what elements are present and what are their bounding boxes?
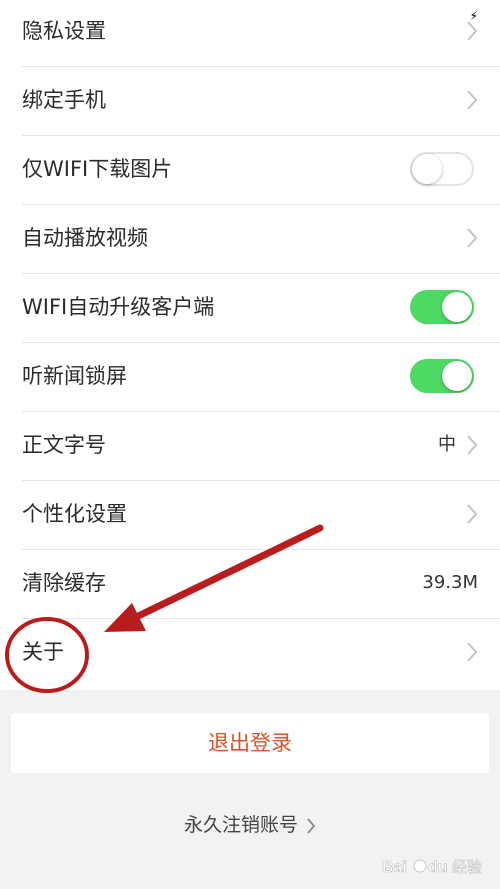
toggle-knob — [442, 292, 472, 322]
toggle-knob — [412, 154, 442, 184]
toggle-knob — [442, 361, 472, 391]
chevron-right-icon — [466, 503, 478, 525]
logout-button[interactable]: 退出登录 — [11, 713, 489, 773]
chevron-right-icon — [306, 817, 316, 835]
font-size-value: 中 — [438, 434, 456, 455]
chevron-right-icon — [466, 434, 478, 456]
svg-text:du: du — [428, 859, 448, 876]
row-font-size[interactable]: 正文字号 中 — [0, 412, 500, 481]
row-clear-cache[interactable]: 清除缓存 39.3M — [0, 550, 500, 619]
row-label: 自动播放视频 — [22, 226, 148, 250]
row-wifi-only-images: 仅WIFI下载图片 — [0, 136, 500, 205]
settings-list: 隐私设置 绑定手机 仅WIFI下载图片 自动播放视频 WIFI自动升级客户端 听… — [0, 0, 500, 690]
row-privacy-settings[interactable]: 隐私设置 — [0, 0, 500, 67]
logout-label: 退出登录 — [208, 732, 292, 755]
lightning-icon: ⚡ — [469, 9, 478, 23]
row-label: 隐私设置 — [22, 19, 106, 43]
row-wifi-auto-update: WIFI自动升级客户端 — [0, 274, 500, 343]
row-autoplay-video[interactable]: 自动播放视频 — [0, 205, 500, 274]
chevron-right-icon — [466, 641, 478, 663]
svg-text:经验: 经验 — [452, 858, 482, 876]
cache-size-value: 39.3M — [422, 572, 478, 593]
news-lockscreen-toggle[interactable] — [410, 359, 474, 393]
row-label: WIFI自动升级客户端 — [22, 295, 215, 319]
row-label: 清除缓存 — [22, 571, 106, 595]
deactivate-label: 永久注销账号 — [183, 814, 298, 836]
row-label: 个性化设置 — [22, 502, 127, 526]
row-label: 正文字号 — [22, 433, 106, 457]
row-label: 仅WIFI下载图片 — [22, 157, 173, 181]
wifi-only-images-toggle[interactable] — [410, 152, 474, 186]
wifi-auto-update-toggle[interactable] — [410, 290, 474, 324]
baidu-watermark: Bai du 经验 — [376, 845, 496, 885]
row-label: 关于 — [22, 640, 64, 664]
svg-text:Bai: Bai — [382, 859, 407, 876]
row-about[interactable]: 关于 — [0, 619, 500, 688]
row-bind-phone[interactable]: 绑定手机 — [0, 67, 500, 136]
chevron-right-icon — [466, 20, 478, 42]
chevron-right-icon — [466, 227, 478, 249]
baidu-logo-icon: Bai du 经验 — [382, 858, 483, 877]
row-personalization[interactable]: 个性化设置 — [0, 481, 500, 550]
row-news-lockscreen: 听新闻锁屏 — [0, 343, 500, 412]
row-label: 绑定手机 — [22, 88, 106, 112]
chevron-right-icon — [466, 89, 478, 111]
deactivate-account-link[interactable]: 永久注销账号 — [0, 805, 500, 845]
row-label: 听新闻锁屏 — [22, 364, 127, 388]
